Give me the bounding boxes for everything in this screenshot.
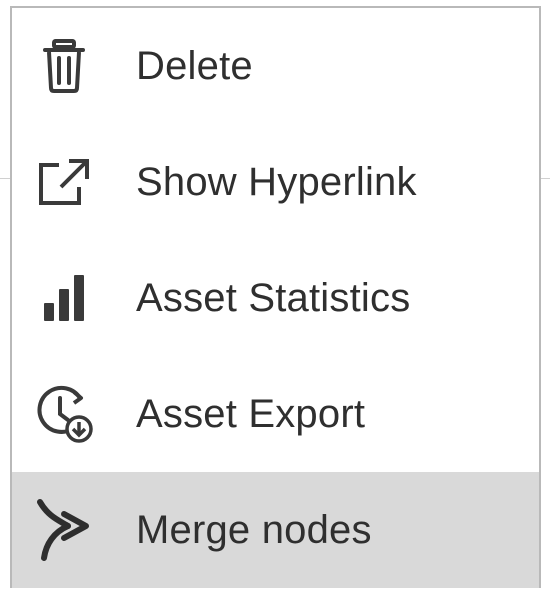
menu-item-asset-statistics[interactable]: Asset Statistics (12, 240, 539, 356)
menu-item-show-hyperlink[interactable]: Show Hyperlink (12, 124, 539, 240)
menu-item-label: Asset Export (136, 391, 366, 436)
trash-icon (34, 36, 94, 96)
menu-item-label: Show Hyperlink (136, 159, 417, 204)
external-link-icon (34, 152, 94, 212)
menu-item-label: Merge nodes (136, 507, 372, 552)
clock-download-icon (34, 384, 94, 444)
background-divider-right (540, 178, 550, 179)
bar-chart-icon (34, 268, 94, 328)
menu-item-delete[interactable]: Delete (12, 8, 539, 124)
merge-arrow-icon (34, 499, 94, 561)
menu-item-label: Delete (136, 43, 253, 88)
context-menu: Delete Show Hyperlink Asset Statistics A… (10, 6, 541, 588)
menu-item-label: Asset Statistics (136, 275, 411, 320)
menu-item-merge-nodes[interactable]: Merge nodes (12, 472, 539, 588)
menu-item-asset-export[interactable]: Asset Export (12, 356, 539, 472)
